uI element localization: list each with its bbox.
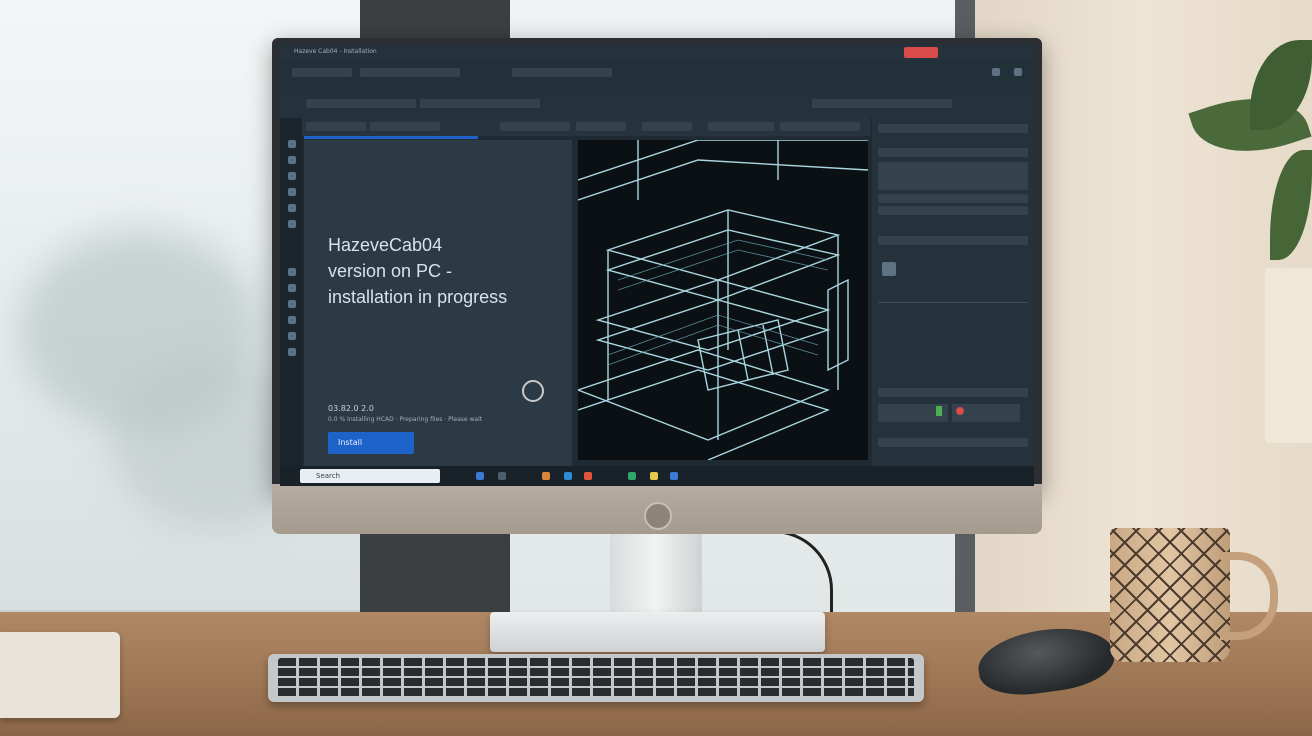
status-red xyxy=(956,407,964,415)
toolbar-chip[interactable] xyxy=(780,122,860,131)
app-icon[interactable] xyxy=(650,472,658,480)
headline-line: installation in progress xyxy=(328,287,508,307)
tool-icon[interactable] xyxy=(288,268,296,276)
toolbar-row-3 xyxy=(280,118,870,136)
tool-icon[interactable] xyxy=(288,332,296,340)
toolbar-row-1 xyxy=(280,60,1034,90)
progress-bar xyxy=(304,136,478,139)
headline-line: HazeveCab04 xyxy=(328,235,443,255)
mug xyxy=(1110,528,1230,662)
toolbar-chip[interactable] xyxy=(306,122,366,131)
tool-icon[interactable] xyxy=(288,204,296,212)
tool-icon[interactable] xyxy=(288,140,296,148)
toolbar-chip[interactable] xyxy=(292,68,352,77)
webcam-icon xyxy=(644,502,672,530)
tool-column xyxy=(280,118,302,466)
monitor-chin xyxy=(272,484,1042,534)
toolbar-chip[interactable] xyxy=(708,122,774,131)
property-row[interactable] xyxy=(878,438,1028,447)
property-row[interactable] xyxy=(878,194,1028,203)
tool-icon[interactable] xyxy=(288,300,296,308)
tool-icon[interactable] xyxy=(288,284,296,292)
tool-icon[interactable] xyxy=(288,316,296,324)
taskbar-search[interactable]: Search xyxy=(300,469,440,483)
app-icon[interactable] xyxy=(584,472,592,480)
tool-icon[interactable] xyxy=(288,172,296,180)
tool-icon[interactable] xyxy=(288,188,296,196)
toolbar-chip[interactable] xyxy=(512,68,612,77)
property-group xyxy=(878,162,1028,190)
app-icon[interactable] xyxy=(564,472,572,480)
headline-line: version on PC - xyxy=(328,261,453,281)
toolbar-chip[interactable] xyxy=(642,122,692,131)
notebook xyxy=(0,632,120,718)
headline: HazeveCab04 version on PC - installation… xyxy=(328,232,507,310)
toolbar-chip[interactable] xyxy=(420,99,540,108)
folder-icon[interactable] xyxy=(498,472,506,480)
toolbar-chip[interactable] xyxy=(360,68,460,77)
toolbar-chip[interactable] xyxy=(500,122,570,131)
monitor-base xyxy=(490,612,825,652)
toolbar-chip[interactable] xyxy=(370,122,440,131)
property-row[interactable] xyxy=(878,124,1028,133)
toolbar-chip[interactable] xyxy=(812,99,952,108)
properties-panel xyxy=(872,118,1034,466)
property-row[interactable] xyxy=(878,206,1028,215)
wireframe-drawing xyxy=(578,140,868,460)
installer-panel: HazeveCab04 version on PC - installation… xyxy=(304,140,572,466)
toolbar-chip[interactable] xyxy=(576,122,626,131)
window-title: Hazeve Cab04 - Installation xyxy=(294,48,377,55)
taskbar-search-label: Search xyxy=(316,472,341,480)
install-button[interactable]: Install xyxy=(328,432,414,454)
screen: Hazeve Cab04 - Installation HazeveCab04 … xyxy=(280,44,1034,486)
keys-rows xyxy=(278,658,914,698)
property-row[interactable] xyxy=(878,388,1028,397)
toolbar-chip[interactable] xyxy=(306,99,416,108)
keyboard xyxy=(268,654,924,702)
toolbar-row-2 xyxy=(280,90,1034,118)
property-row[interactable] xyxy=(878,236,1028,245)
app-icon[interactable] xyxy=(542,472,550,480)
window-close-icon[interactable] xyxy=(904,47,938,58)
install-button-label: Install xyxy=(338,438,363,447)
status-line: 0.0 % Installing HCAD · Preparing files … xyxy=(328,416,483,423)
taskbar: Search xyxy=(280,466,1034,486)
tool-icon[interactable] xyxy=(288,220,296,228)
status-green xyxy=(936,406,942,416)
gear-icon[interactable] xyxy=(992,68,1000,76)
version-label: 03.82.0 2.0 xyxy=(328,404,374,413)
tool-icon[interactable] xyxy=(288,156,296,164)
app-icon[interactable] xyxy=(670,472,678,480)
property-row[interactable] xyxy=(878,148,1028,157)
plant-pot xyxy=(1265,268,1312,443)
tool-icon[interactable] xyxy=(1014,68,1022,76)
browser-icon[interactable] xyxy=(476,472,484,480)
cube-icon[interactable] xyxy=(882,262,896,276)
cad-viewport[interactable] xyxy=(578,140,868,460)
cube-icon xyxy=(522,380,544,402)
monitor-neck xyxy=(610,530,702,622)
app-icon[interactable] xyxy=(628,472,636,480)
tool-icon[interactable] xyxy=(288,348,296,356)
title-bar: Hazeve Cab04 - Installation xyxy=(280,44,1034,60)
property-text-block xyxy=(878,302,1028,373)
